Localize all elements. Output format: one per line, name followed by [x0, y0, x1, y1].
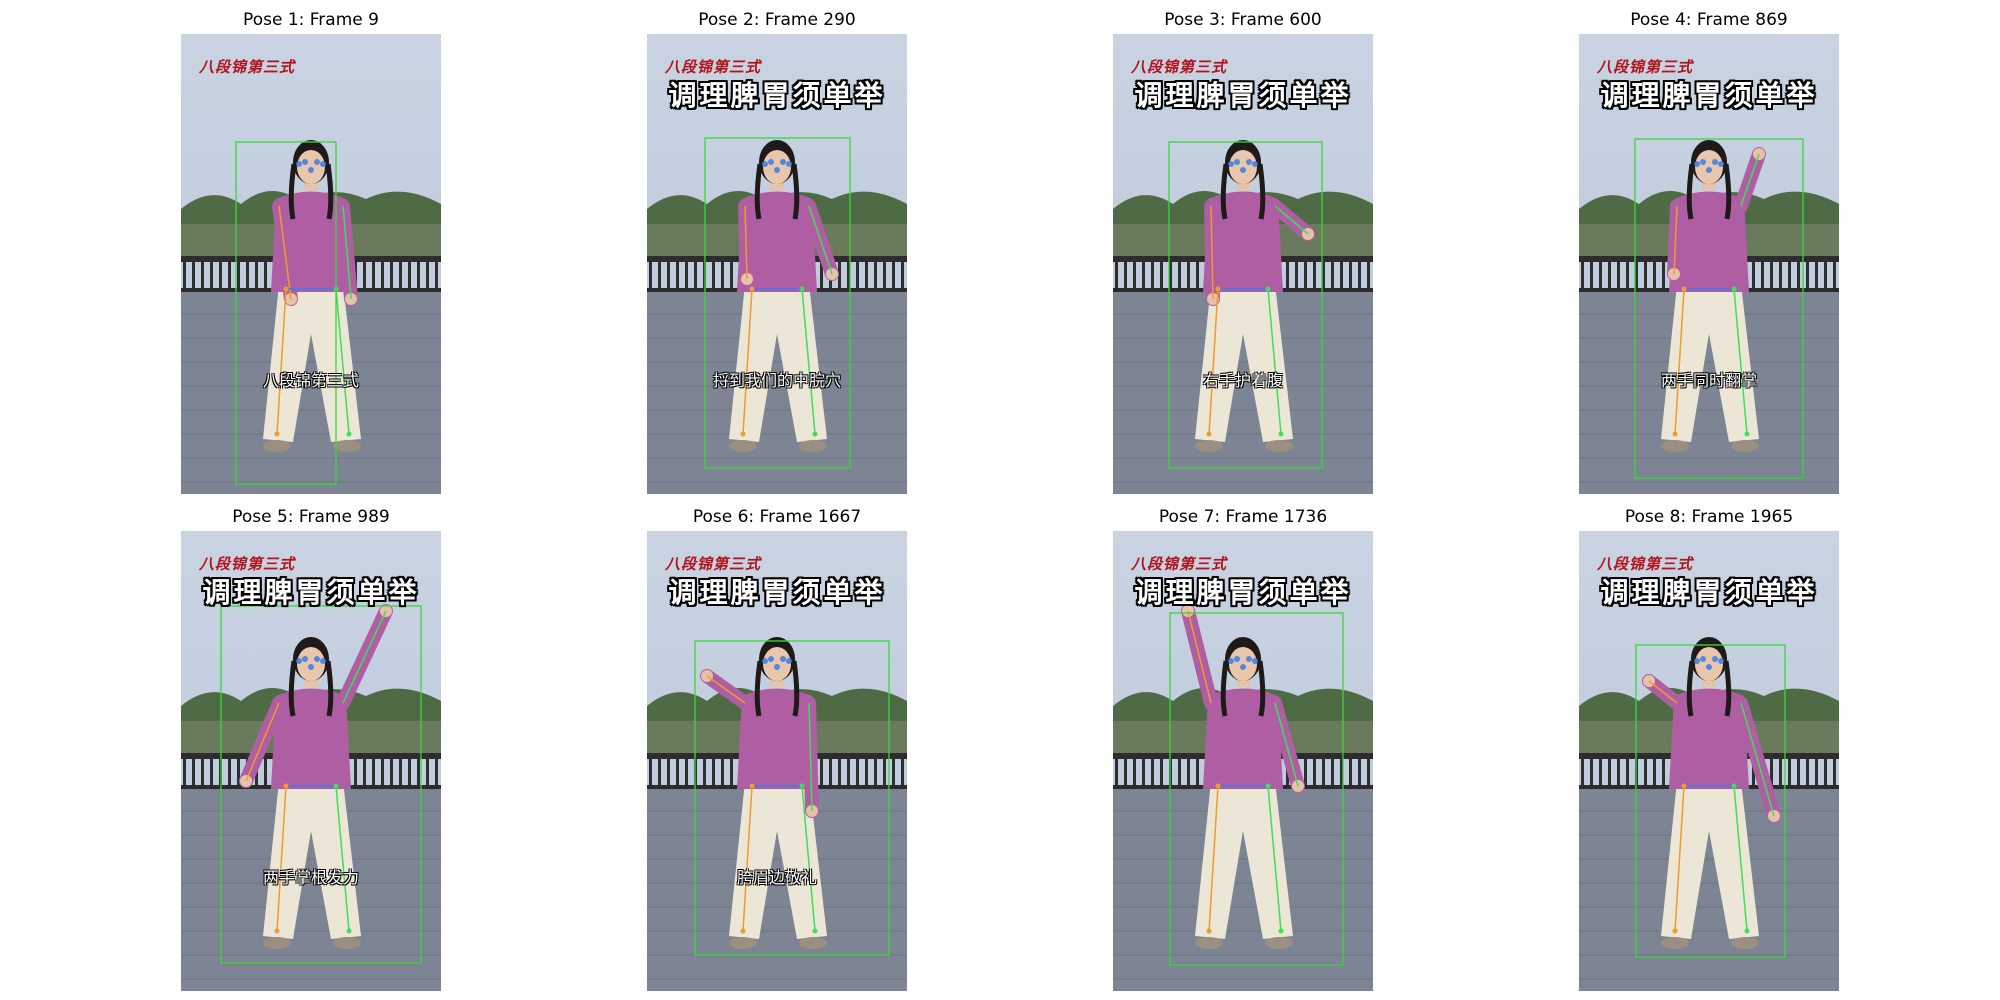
subtitle: 捋到我们的中脘穴: [712, 371, 841, 390]
caption-big: 调理脾胃须单举: [668, 576, 886, 609]
panel-title: Pose 1: Frame 9: [243, 10, 379, 30]
panel-title: Pose 3: Frame 600: [1164, 10, 1322, 30]
panel-title: Pose 4: Frame 869: [1630, 10, 1788, 30]
pose-panel: Pose 3: Frame 600 八段锦第三式 调理脾胃须单举 右手护着腹: [1113, 10, 1373, 500]
caption-big: 调理脾胃须单举: [1600, 79, 1818, 112]
caption-big: 调理脾胃须单举: [668, 79, 886, 112]
caption-small: 八段锦第三式: [199, 58, 296, 76]
subtitle: 右手护着腹: [1202, 371, 1283, 390]
video-frame: 八段锦第三式 八段锦第三式: [181, 34, 441, 494]
video-frame: 八段锦第三式 调理脾胃须单举 捋到我们的中脘穴: [647, 34, 907, 494]
caption-big: 调理脾胃须单举: [1134, 576, 1352, 609]
caption-big: 调理脾胃须单举: [1600, 576, 1818, 609]
subtitle: 两手掌根发力: [262, 868, 359, 887]
pose-panel: Pose 4: Frame 869 八段锦第三式 调理脾胃须单举 两手同时翻掌: [1579, 10, 1839, 500]
video-frame: 八段锦第三式 调理脾胃须单举 两手同时翻掌: [1579, 34, 1839, 494]
pose-panel: Pose 1: Frame 9 八段锦第三式 八段锦第三式: [181, 10, 441, 500]
pose-panel: Pose 8: Frame 1965 八段锦第三式 调理脾胃须单举: [1579, 507, 1839, 997]
panel-title: Pose 5: Frame 989: [232, 507, 390, 527]
pose-panel: Pose 5: Frame 989 八段锦第三式 调理脾胃须单举 两手掌根发力: [181, 507, 441, 997]
subtitle: 八段锦第三式: [262, 371, 359, 390]
video-frame: 八段锦第三式 调理脾胃须单举 胯眉边敬礼: [647, 531, 907, 991]
video-frame: 八段锦第三式 调理脾胃须单举 右手护着腹: [1113, 34, 1373, 494]
caption-big: 调理脾胃须单举: [1134, 79, 1352, 112]
panel-title: Pose 2: Frame 290: [698, 10, 856, 30]
panel-title: Pose 7: Frame 1736: [1158, 507, 1328, 527]
panel-title: Pose 6: Frame 1667: [692, 507, 862, 527]
subtitle: 两手同时翻掌: [1660, 371, 1757, 390]
pose-panel: Pose 7: Frame 1736 八段锦第三式 调理脾胃须单举: [1113, 507, 1373, 997]
subtitle: 胯眉边敬礼: [736, 868, 817, 887]
caption-big: 调理脾胃须单举: [202, 576, 420, 609]
panel-title: Pose 8: Frame 1965: [1624, 507, 1794, 527]
video-frame: 八段锦第三式 调理脾胃须单举: [1579, 531, 1839, 991]
frame-scene: [181, 34, 441, 494]
pose-panel: Pose 6: Frame 1667 八段锦第三式 调理脾胃须单举 胯眉边敬礼: [647, 507, 907, 997]
pose-panel: Pose 2: Frame 290 八段锦第三式 调理脾胃须单举 捋到我们的中脘…: [647, 10, 907, 500]
video-frame: 八段锦第三式 调理脾胃须单举: [1113, 531, 1373, 991]
video-frame: 八段锦第三式 调理脾胃须单举 两手掌根发力: [181, 531, 441, 991]
